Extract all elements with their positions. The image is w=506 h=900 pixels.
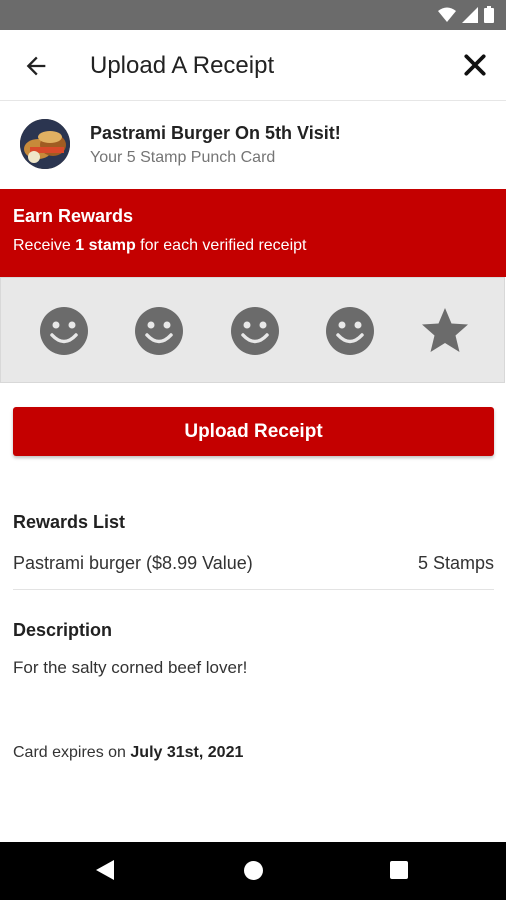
battery-icon [484, 6, 494, 23]
card-avatar [20, 119, 70, 169]
wifi-icon [438, 7, 456, 22]
card-title: Pastrami Burger On 5th Visit! [90, 123, 341, 143]
divider [13, 589, 494, 590]
upload-receipt-button[interactable]: Upload Receipt [13, 407, 494, 456]
card-subtitle: Your 5 Stamp Punch Card [90, 149, 276, 166]
nav-home-icon[interactable] [244, 861, 263, 880]
smiley-icon [40, 307, 88, 355]
star-icon [422, 308, 468, 352]
description-title: Description [13, 620, 113, 640]
stamp-row [0, 277, 505, 383]
card-expiry: Card expires on July 31st, 2021 [13, 744, 243, 762]
nav-recents-icon[interactable] [390, 861, 408, 879]
back-arrow-icon[interactable] [22, 52, 50, 80]
close-icon[interactable] [462, 52, 488, 78]
expiry-date: July 31st, 2021 [130, 744, 244, 761]
earn-text-pre: Receive [13, 237, 76, 254]
earn-text-bold: 1 stamp [75, 237, 136, 254]
page-title: Upload A Receipt [90, 52, 275, 79]
nav-back-icon[interactable] [96, 860, 114, 880]
system-nav-bar [0, 842, 506, 900]
smiley-icon [326, 307, 374, 355]
description-text: For the salty corned beef lover! [13, 658, 248, 677]
earn-rewards-text: Receive 1 stamp for each verified receip… [13, 237, 306, 255]
reward-item-name: Pastrami burger ($8.99 Value) [13, 553, 253, 573]
smiley-icon [135, 307, 183, 355]
smiley-icon [231, 307, 279, 355]
earn-text-post: for each verified receipt [135, 237, 307, 254]
rewards-list-title: Rewards List [13, 512, 126, 532]
earn-rewards-banner: Earn Rewards Receive 1 stamp for each ve… [0, 189, 506, 277]
earn-rewards-title: Earn Rewards [13, 206, 134, 226]
status-bar [0, 0, 506, 30]
reward-item-value: 5 Stamps [417, 553, 494, 573]
punch-card-header: Pastrami Burger On 5th Visit! Your 5 Sta… [0, 101, 506, 189]
signal-icon [462, 6, 478, 23]
status-icons [438, 6, 494, 23]
app-bar: Upload A Receipt [0, 30, 506, 101]
expiry-prefix: Card expires on [13, 744, 131, 761]
